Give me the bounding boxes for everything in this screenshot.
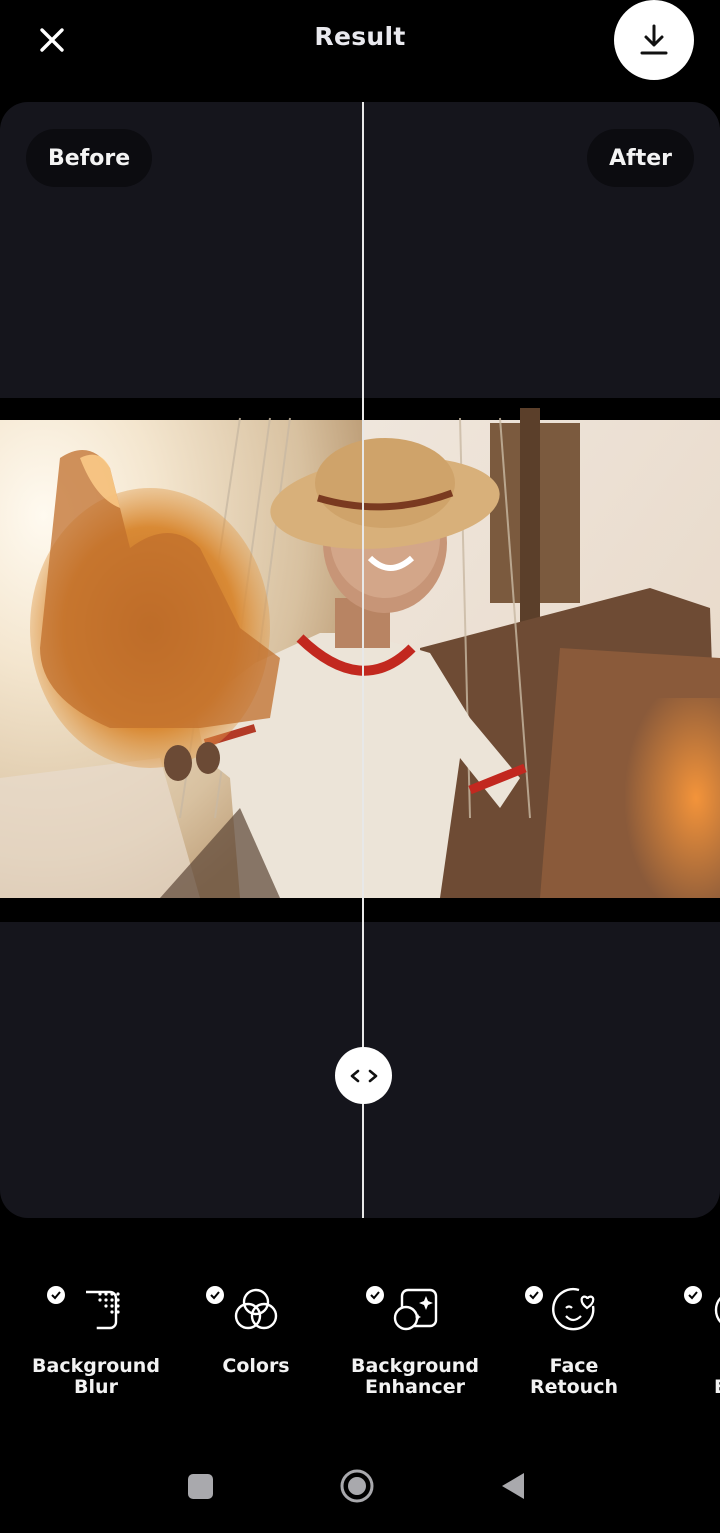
- navigation-bar: [0, 1448, 720, 1533]
- triangle-back-icon[interactable]: [498, 1470, 528, 1502]
- face-enhancer-icon: [714, 1296, 720, 1324]
- tool-label: Background Blur: [32, 1355, 160, 1398]
- tool-label: Face Retouch: [530, 1355, 618, 1398]
- tool-colors[interactable]: Colors: [176, 1270, 336, 1410]
- download-icon: [640, 24, 668, 55]
- tool-label: Background Enhancer: [351, 1355, 479, 1398]
- before-label: Before: [26, 129, 153, 187]
- check-icon: [47, 1286, 65, 1304]
- circle-icon[interactable]: [339, 1468, 375, 1504]
- download-button[interactable]: [614, 0, 694, 80]
- tools-row: Background Blur Colors Background Enhanc…: [0, 1270, 720, 1420]
- colors-icon: [234, 1288, 278, 1330]
- after-label: After: [587, 129, 694, 187]
- check-icon: [684, 1286, 702, 1304]
- square-icon[interactable]: [188, 1474, 213, 1499]
- top-bar: Result: [0, 0, 720, 100]
- left-right-arrows-icon: [350, 1069, 377, 1082]
- check-icon: [206, 1286, 224, 1304]
- check-icon: [366, 1286, 384, 1304]
- background-blur-icon: [78, 1290, 120, 1330]
- tool-background-enhancer[interactable]: Background Enhancer: [335, 1270, 495, 1410]
- tool-background-blur[interactable]: Background Blur: [16, 1270, 176, 1410]
- tool-face-retouch[interactable]: Face Retouch: [494, 1270, 654, 1410]
- face-retouch-icon: [552, 1288, 595, 1331]
- background-enhancer-icon: [393, 1288, 438, 1331]
- tool-face-enhancer[interactable]: F Enh: [654, 1270, 720, 1410]
- check-icon: [525, 1286, 543, 1304]
- tool-label: F Enh: [654, 1356, 720, 1398]
- comparison-image: [0, 398, 720, 922]
- comparison-panel: Before After: [0, 102, 720, 1218]
- page-title: Result: [314, 22, 406, 51]
- compare-slider-handle[interactable]: [335, 1047, 392, 1104]
- tool-label: Colors: [222, 1355, 290, 1377]
